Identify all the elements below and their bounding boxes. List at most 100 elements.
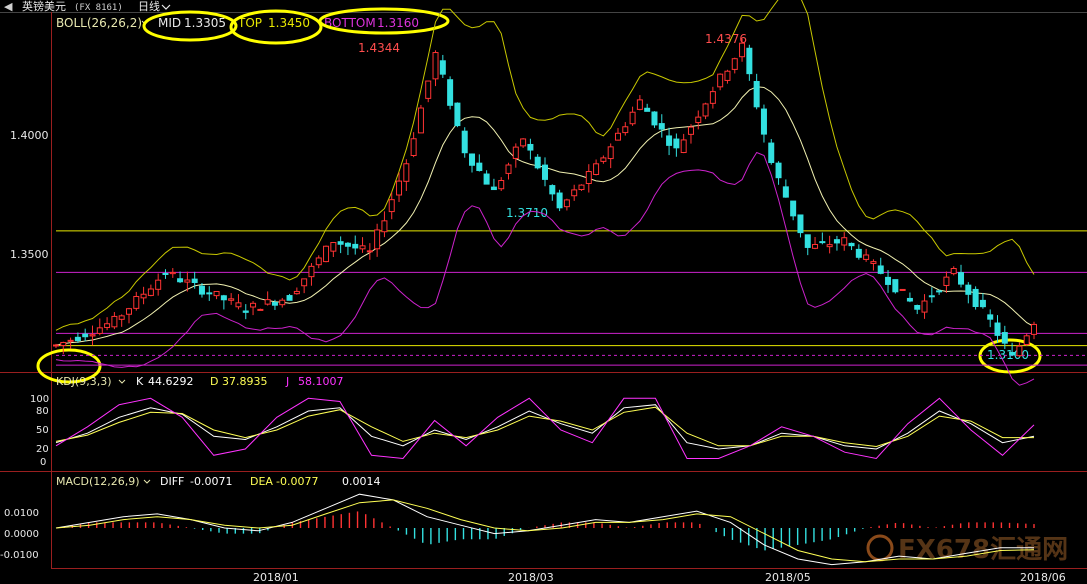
candle-body-26 bbox=[242, 310, 249, 313]
annotation-high-1: 1.4344 bbox=[358, 41, 400, 55]
candle-body-66 bbox=[534, 156, 541, 169]
candle-body-78 bbox=[622, 126, 629, 134]
candle-body-30 bbox=[271, 302, 278, 306]
candle-body-90 bbox=[709, 91, 716, 104]
kdj-d-label: D bbox=[210, 375, 218, 388]
candle-body-117 bbox=[906, 297, 913, 302]
candle-body-45 bbox=[381, 220, 388, 233]
candle-body-115 bbox=[892, 279, 899, 293]
candle-body-100 bbox=[782, 186, 789, 198]
candle-body-8 bbox=[111, 315, 118, 328]
candle-body-87 bbox=[687, 126, 694, 135]
candle-body-46 bbox=[388, 199, 395, 213]
period-selector[interactable]: 日线 bbox=[138, 0, 160, 13]
candle-body-69 bbox=[556, 192, 563, 209]
candle-body-84 bbox=[666, 135, 673, 146]
candle-body-83 bbox=[658, 123, 665, 130]
candle-body-51 bbox=[425, 80, 432, 99]
macd-dea-label: DEA bbox=[250, 475, 273, 488]
candle-body-112 bbox=[870, 261, 877, 264]
kdj-tick-20: 20 bbox=[36, 444, 49, 455]
forex-chart[interactable]: ◀ 英镑美元 (FX 8161) 日线 BOLL(26,26,2) MID 1.… bbox=[0, 0, 1087, 584]
candle-body-88 bbox=[695, 116, 702, 123]
candle-body-41 bbox=[352, 243, 359, 249]
candle-body-120 bbox=[928, 295, 935, 298]
candle-body-122 bbox=[943, 276, 950, 286]
candle-body-6 bbox=[96, 327, 103, 334]
candle-body-94 bbox=[739, 42, 746, 58]
candle-body-131 bbox=[1009, 351, 1016, 356]
macd-diff-label: DIFF bbox=[160, 475, 184, 488]
candle-body-107 bbox=[833, 239, 840, 244]
candle-body-39 bbox=[337, 241, 344, 245]
candle-body-42 bbox=[359, 245, 366, 250]
candle-body-67 bbox=[542, 164, 548, 180]
candle-body-126 bbox=[972, 288, 979, 308]
candle-body-7 bbox=[104, 323, 111, 328]
candle-body-95 bbox=[746, 47, 753, 75]
candle-body-59 bbox=[483, 173, 490, 185]
candle-body-17 bbox=[177, 278, 184, 283]
candle-body-32 bbox=[286, 295, 293, 301]
date-tick-may: 2018/05 bbox=[765, 571, 811, 584]
candle-body-75 bbox=[600, 157, 607, 162]
candle-body-121 bbox=[936, 290, 943, 293]
candle-body-79 bbox=[629, 111, 636, 125]
kdj-tick-50: 50 bbox=[36, 425, 49, 436]
candle-body-104 bbox=[812, 244, 819, 249]
candle-body-61 bbox=[498, 180, 505, 190]
nav-prev-icon[interactable]: ◀ bbox=[4, 0, 13, 13]
candle-body-10 bbox=[125, 308, 132, 315]
candle-body-56 bbox=[461, 130, 468, 154]
candle-body-108 bbox=[841, 237, 848, 246]
candle-body-134 bbox=[1031, 323, 1037, 335]
symbol-name: 英镑美元 bbox=[22, 0, 66, 13]
price-tick-1: 1.4000 bbox=[10, 129, 49, 142]
candle-body-57 bbox=[469, 153, 476, 166]
candle-body-18 bbox=[184, 279, 191, 283]
candle-body-68 bbox=[549, 185, 556, 195]
candle-body-55 bbox=[454, 102, 461, 127]
candle-body-119 bbox=[921, 300, 928, 313]
candle-body-54 bbox=[447, 79, 454, 106]
kdj-indicator-name[interactable]: KDJ(9,3,3) bbox=[56, 375, 112, 388]
candle-body-16 bbox=[169, 271, 176, 275]
candle-body-85 bbox=[673, 138, 680, 149]
boll-indicator-name[interactable]: BOLL(26,26,2) bbox=[56, 16, 142, 30]
candle-body-1 bbox=[60, 341, 67, 347]
candle-body-99 bbox=[775, 162, 782, 179]
kdj-j-label: J bbox=[285, 375, 289, 388]
candle-body-133 bbox=[1023, 335, 1030, 346]
candle-body-93 bbox=[731, 58, 738, 70]
candle-body-13 bbox=[147, 288, 154, 296]
price-tick-2: 1.3500 bbox=[10, 248, 49, 261]
candle-body-36 bbox=[315, 257, 322, 266]
boll-mid-value: 1.3305 bbox=[184, 16, 226, 30]
candle-body-96 bbox=[753, 80, 760, 108]
candle-body-50 bbox=[417, 107, 424, 134]
candle-body-72 bbox=[578, 184, 585, 191]
candle-body-47 bbox=[396, 180, 403, 196]
candle-body-34 bbox=[301, 278, 308, 287]
candle-body-40 bbox=[344, 242, 351, 247]
candle-body-24 bbox=[228, 298, 235, 301]
candle-body-73 bbox=[585, 171, 592, 185]
boll-mid-label: MID bbox=[158, 16, 181, 30]
candle-body-102 bbox=[797, 214, 804, 234]
macd-tick-zero: 0.0000 bbox=[4, 529, 39, 540]
candle-body-20 bbox=[198, 285, 205, 295]
candle-body-31 bbox=[279, 299, 286, 306]
candle-body-86 bbox=[680, 139, 687, 154]
candle-body-118 bbox=[914, 305, 921, 310]
candle-body-14 bbox=[155, 279, 162, 290]
candle-body-11 bbox=[133, 295, 140, 309]
macd-indicator-name[interactable]: MACD(12,26,9) bbox=[56, 475, 140, 488]
candle-body-19 bbox=[191, 278, 198, 283]
macd-tick-pos: 0.0100 bbox=[4, 508, 39, 519]
macd-tick-neg: -0.0100 bbox=[0, 550, 39, 561]
candle-body-58 bbox=[476, 162, 483, 172]
candle-body-109 bbox=[848, 242, 855, 247]
macd-dea-value: -0.0077 bbox=[276, 475, 318, 488]
candle-body-103 bbox=[804, 234, 811, 248]
kdj-tick-80: 80 bbox=[36, 406, 49, 417]
